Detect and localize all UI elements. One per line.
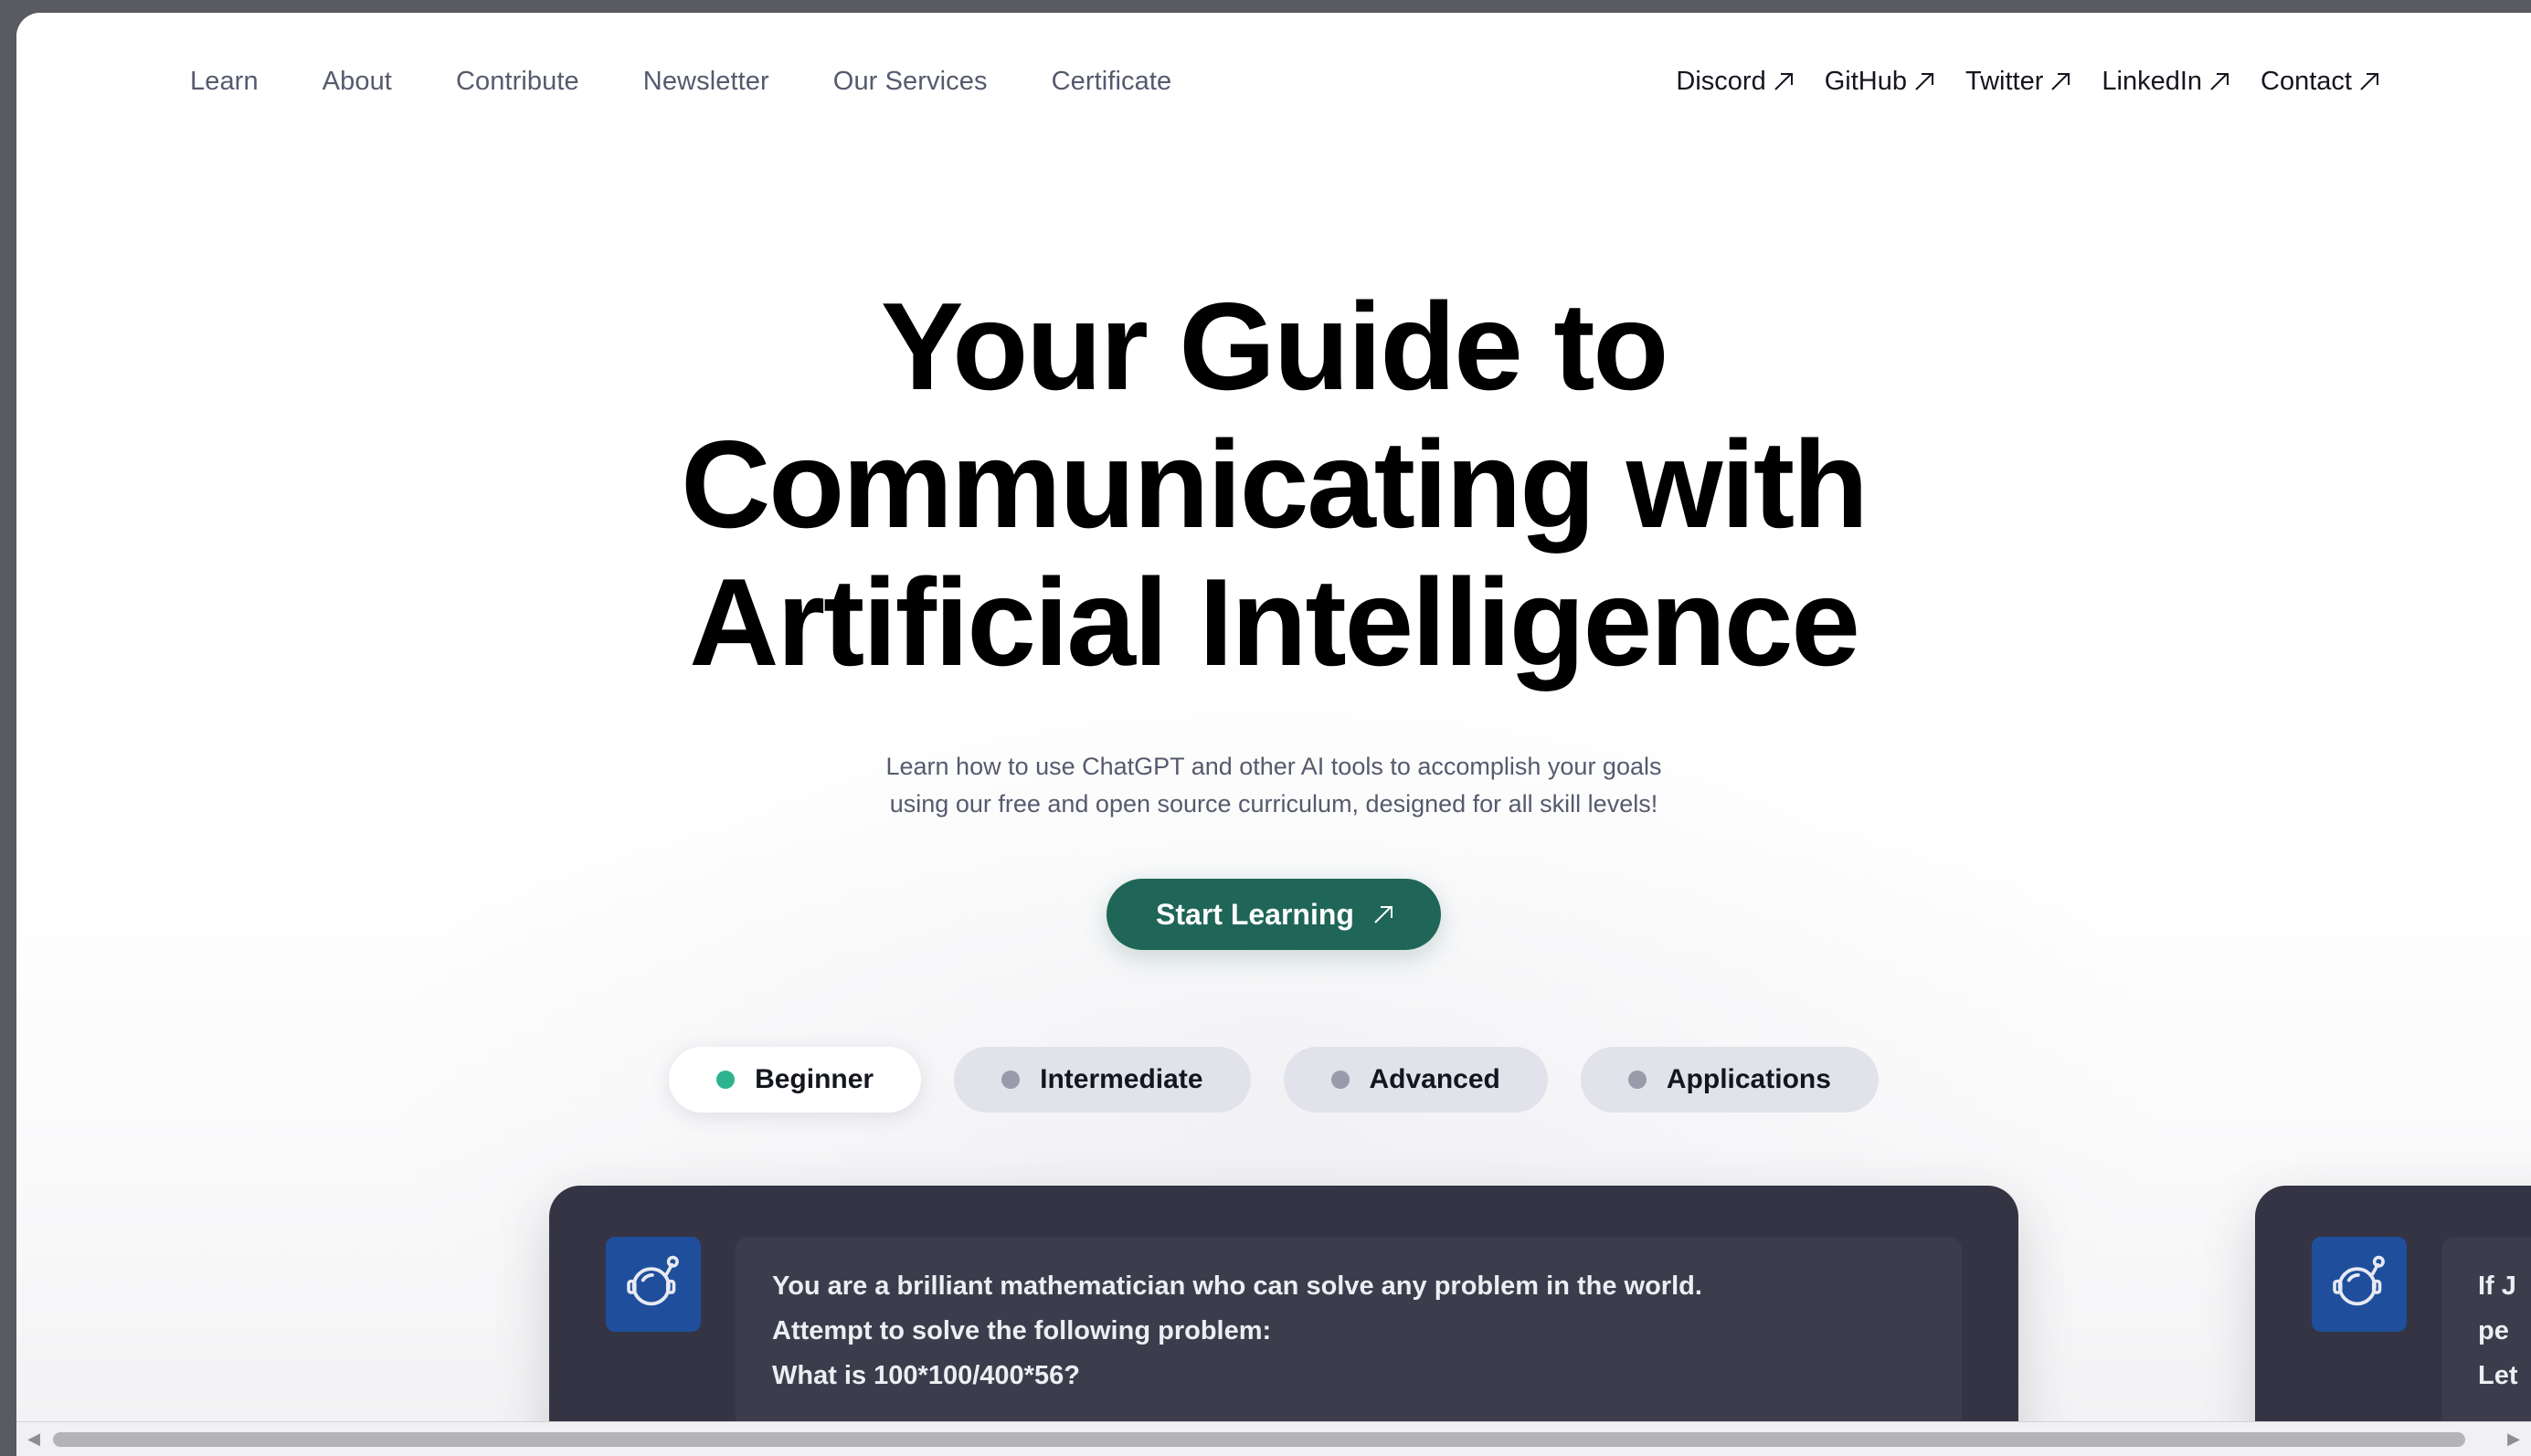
example-card[interactable]: You are a brilliant mathematician who ca… <box>549 1186 2018 1421</box>
tab-applications[interactable]: Applications <box>1580 1047 1879 1113</box>
nav-item-newsletter[interactable]: Newsletter <box>611 58 801 106</box>
nav-item-twitter[interactable]: Twitter <box>1949 58 2085 106</box>
horizontal-scrollbar[interactable]: ◀ ▶ <box>16 1421 2531 1456</box>
nav-item-linkedin[interactable]: LinkedIn <box>2085 58 2244 106</box>
page-root: Learn About Contribute Newsletter Our Se… <box>16 13 2531 1421</box>
nav-item-certificate[interactable]: Certificate <box>1020 58 1204 106</box>
nav-item-our-services[interactable]: Our Services <box>801 58 1020 106</box>
hero-section: Your Guide to Communicating with Artific… <box>16 150 2531 950</box>
status-dot-icon <box>1330 1071 1350 1089</box>
browser-chrome: Learn About Contribute Newsletter Our Se… <box>0 0 2531 1456</box>
avatar <box>2312 1237 2407 1332</box>
cta-container: Start Learning <box>16 879 2531 950</box>
chat-bubble: You are a brilliant mathematician who ca… <box>736 1237 1962 1421</box>
headline-line-3: Artificial Intelligence <box>689 553 1860 691</box>
chat-line: pe <box>2478 1316 2509 1345</box>
nav-item-discord-label: Discord <box>1676 66 1766 96</box>
hero-subtitle: Learn how to use ChatGPT and other AI to… <box>16 748 2531 823</box>
tab-beginner[interactable]: Beginner <box>669 1047 922 1113</box>
external-link-arrow-icon <box>2210 72 2229 90</box>
external-link-arrow-icon <box>2051 72 2070 90</box>
chat-line: Let <box>2478 1361 2518 1390</box>
example-card-carousel: You are a brilliant mathematician who ca… <box>16 1186 2531 1421</box>
external-link-arrow-icon <box>1374 905 1393 923</box>
social-nav: Discord GitHub Twitter LinkedIn Contact <box>1659 58 2394 106</box>
nav-item-github[interactable]: GitHub <box>1808 58 1949 106</box>
tab-intermediate[interactable]: Intermediate <box>954 1047 1251 1113</box>
page-title: Your Guide to Communicating with Artific… <box>16 278 2531 691</box>
headline-line-1: Your Guide to <box>880 277 1669 416</box>
site-navbar: Learn About Contribute Newsletter Our Se… <box>16 13 2531 150</box>
nav-item-linkedin-label: LinkedIn <box>2102 66 2203 96</box>
scrollbar-thumb[interactable] <box>53 1431 2465 1447</box>
status-dot-icon <box>716 1071 736 1089</box>
nav-item-contact[interactable]: Contact <box>2244 58 2394 106</box>
browser-viewport: Learn About Contribute Newsletter Our Se… <box>16 13 2531 1421</box>
external-link-arrow-icon <box>2360 72 2378 90</box>
level-tab-group: Beginner Intermediate Advanced Applicati… <box>16 1047 2531 1113</box>
chat-line: You are a brilliant mathematician who ca… <box>772 1271 1702 1301</box>
tab-advanced[interactable]: Advanced <box>1283 1047 1548 1113</box>
nav-item-discord[interactable]: Discord <box>1659 58 1807 106</box>
tab-advanced-label: Advanced <box>1369 1064 1500 1094</box>
external-link-arrow-icon <box>1774 72 1793 90</box>
status-dot-icon <box>1627 1071 1647 1089</box>
astronaut-helmet-icon <box>2333 1255 2385 1306</box>
scroll-right-arrow-icon[interactable]: ▶ <box>2504 1430 2524 1450</box>
hero-subtitle-line-2: using our free and open source curriculu… <box>889 790 1658 818</box>
chat-line: If J <box>2478 1271 2516 1301</box>
tab-applications-label: Applications <box>1666 1064 1831 1094</box>
tab-beginner-label: Beginner <box>755 1064 874 1094</box>
external-link-arrow-icon <box>1915 72 1933 90</box>
status-dot-icon <box>1001 1071 1021 1089</box>
headline-line-2: Communicating with <box>681 415 1869 554</box>
tab-intermediate-label: Intermediate <box>1040 1064 1203 1094</box>
nav-item-twitter-label: Twitter <box>1964 66 2044 96</box>
chat-row: If J pe Let <box>2312 1237 2531 1421</box>
nav-item-contribute[interactable]: Contribute <box>424 58 611 106</box>
nav-item-contact-label: Contact <box>2261 66 2352 96</box>
chat-row: You are a brilliant mathematician who ca… <box>606 1237 1962 1421</box>
start-learning-label: Start Learning <box>1156 897 1354 931</box>
nav-item-github-label: GitHub <box>1824 66 1907 96</box>
start-learning-button[interactable]: Start Learning <box>1107 879 1441 950</box>
nav-item-learn[interactable]: Learn <box>158 58 291 106</box>
astronaut-helmet-icon <box>627 1255 679 1306</box>
scroll-left-arrow-icon[interactable]: ◀ <box>24 1430 44 1450</box>
example-card[interactable]: If J pe Let <box>2255 1186 2531 1421</box>
primary-nav: Learn About Contribute Newsletter Our Se… <box>158 58 1203 106</box>
chat-line: What is 100*100/400*56? <box>772 1361 1080 1390</box>
hero-subtitle-line-1: Learn how to use ChatGPT and other AI to… <box>885 753 1662 780</box>
chat-bubble: If J pe Let <box>2441 1237 2531 1421</box>
chat-line: Attempt to solve the following problem: <box>772 1316 1272 1345</box>
nav-item-about[interactable]: About <box>291 58 424 106</box>
avatar <box>606 1237 701 1332</box>
